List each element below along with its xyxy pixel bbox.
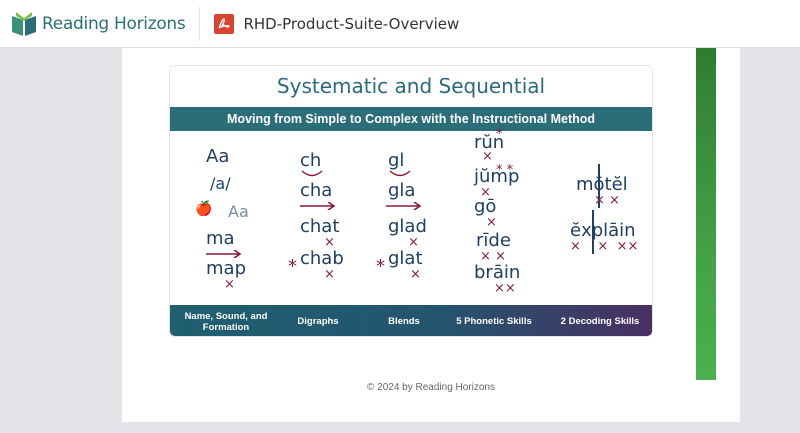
category-label: Blends — [362, 305, 446, 337]
slide-subtitle-band: Moving from Simple to Complex with the I… — [170, 107, 652, 131]
word-item: gō — [474, 196, 496, 217]
x-mark: × × — [594, 194, 620, 207]
word-item: gl — [388, 150, 404, 171]
word-item: ch — [300, 150, 321, 171]
arrow-icon — [300, 202, 338, 210]
word-item: chat — [300, 216, 339, 237]
category-label: 5 Phonetic Skills — [446, 305, 542, 337]
copyright-text: © 2024 by Reading Horizons — [122, 382, 740, 393]
star-mark: * — [288, 258, 297, 276]
word-item: glat — [388, 248, 423, 269]
x-mark: × — [410, 268, 421, 281]
word-item: mōtĕl — [576, 174, 628, 195]
apple-icon: 🍎 — [195, 200, 212, 217]
word-item: map — [206, 258, 246, 279]
x-mark: ×× — [494, 282, 516, 295]
word-item: cha — [300, 180, 332, 201]
scoop-icon — [388, 170, 412, 178]
arrow-icon — [386, 202, 424, 210]
skills-category-bar: Name, Sound, and Formation Digraphs Blen… — [170, 305, 652, 337]
word-examples: Aa /a/ 🍎 Aa ma map × ch cha chat × * cha… — [170, 136, 652, 304]
word-item: chab — [300, 248, 344, 269]
word-item: jŭmp — [474, 166, 519, 187]
category-label: Digraphs — [274, 305, 362, 337]
word-item: brāin — [474, 262, 520, 283]
word-item: ma — [206, 228, 235, 249]
x-mark: × × ×× — [570, 240, 638, 253]
x-mark: × — [482, 150, 493, 163]
category-label: 2 Decoding Skills — [550, 305, 650, 337]
book-logo-icon — [10, 10, 38, 38]
word-item: /a/ — [210, 174, 231, 193]
word-item: Aa — [228, 202, 249, 221]
category-label: Name, Sound, and Formation — [178, 305, 274, 337]
header-divider — [199, 7, 200, 41]
scoop-icon — [300, 170, 324, 178]
brand-logo[interactable]: Reading Horizons — [10, 10, 185, 38]
word-item: rīde — [476, 230, 511, 251]
pdf-icon — [214, 14, 234, 34]
slide-title: Systematic and Sequential — [170, 74, 652, 98]
page-side-accent — [696, 48, 716, 380]
x-mark: × — [324, 268, 335, 281]
word-item: Aa — [206, 146, 229, 167]
document-page: Systematic and Sequential Moving from Si… — [122, 48, 740, 422]
brand-name: Reading Horizons — [42, 14, 185, 34]
star-mark: * — [376, 258, 385, 276]
x-mark: × — [224, 278, 235, 291]
word-item: gla — [388, 180, 415, 201]
document-title: RHD-Product-Suite-Overview — [243, 15, 459, 33]
word-item: glad — [388, 216, 427, 237]
x-mark: × — [486, 216, 497, 229]
app-header: Reading Horizons RHD-Product-Suite-Overv… — [0, 0, 800, 48]
arrow-icon — [206, 250, 244, 258]
slide: Systematic and Sequential Moving from Si… — [169, 65, 653, 337]
word-item: ĕxplāin — [570, 220, 636, 241]
